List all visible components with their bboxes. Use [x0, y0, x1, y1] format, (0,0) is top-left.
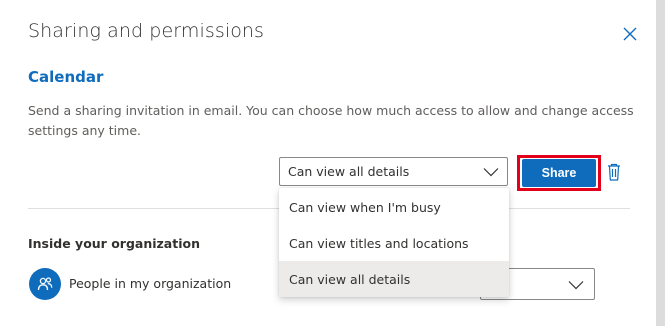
chevron-down-icon [568, 281, 584, 290]
close-button[interactable] [620, 24, 640, 44]
close-icon [623, 27, 637, 41]
delete-button[interactable] [606, 162, 622, 182]
background-edge [656, 0, 665, 326]
trash-icon [608, 163, 620, 181]
organization-name: People in my organization [69, 276, 232, 291]
option-view-titles-locations[interactable]: Can view titles and locations [279, 225, 509, 261]
people-icon [37, 277, 53, 291]
dialog-title: Sharing and permissions [28, 20, 265, 42]
sharing-dialog: Sharing and permissions Calendar Send a … [0, 0, 656, 326]
chevron-down-icon [483, 168, 499, 177]
permission-select-value: Can view all details [288, 164, 410, 179]
calendar-heading: Calendar [28, 68, 104, 86]
share-button[interactable]: Share [522, 159, 596, 187]
avatar [29, 268, 61, 300]
option-view-all-details[interactable]: Can view all details [279, 261, 509, 297]
sharing-description: Send a sharing invitation in email. You … [28, 103, 634, 138]
permission-select[interactable]: Can view all details [279, 157, 508, 186]
option-view-busy[interactable]: Can view when I'm busy [279, 189, 509, 225]
organization-heading: Inside your organization [28, 236, 200, 251]
permission-dropdown-menu: Can view when I'm busy Can view titles a… [279, 188, 509, 297]
